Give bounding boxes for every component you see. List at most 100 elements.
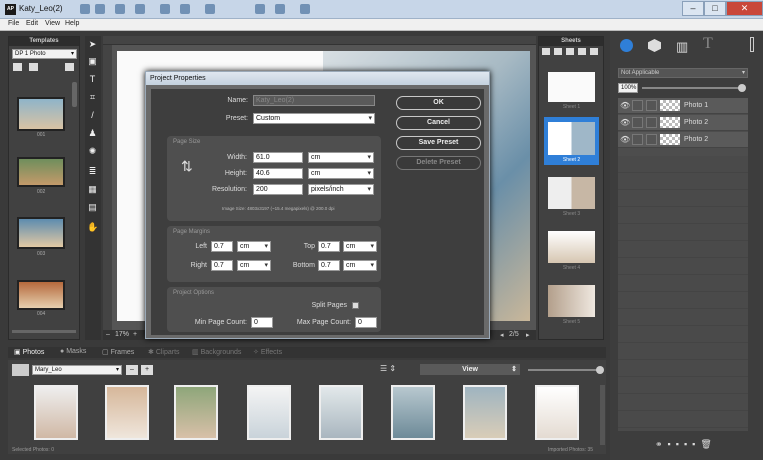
zoom-out-icon[interactable]: – [106, 331, 110, 338]
add-template-icon[interactable] [29, 63, 38, 71]
remove-album-button[interactable]: – [126, 365, 138, 375]
sheet-thumb[interactable] [548, 72, 595, 102]
delete-preset-button[interactable]: Delete Preset [396, 156, 481, 170]
width-unit-select[interactable]: cm [308, 152, 374, 163]
photo-thumb[interactable] [535, 385, 579, 440]
duplicate-layer-icon[interactable]: ▪ [684, 439, 692, 449]
preset-select[interactable]: Custom [253, 113, 375, 124]
name-field[interactable]: Katy_Leo(2) [253, 95, 375, 106]
align-icon[interactable]: ▤ [87, 202, 98, 213]
object-tab-icon[interactable] [648, 39, 661, 52]
folder-icon[interactable] [13, 63, 22, 71]
save-icon[interactable] [115, 4, 125, 14]
panel-collapse-icon[interactable] [750, 37, 754, 52]
frame-icon[interactable]: ▣ [87, 56, 98, 67]
crop-icon[interactable]: ⌗ [87, 92, 98, 103]
download-icon[interactable] [65, 63, 74, 71]
cancel-button[interactable]: Cancel [396, 116, 481, 130]
close-button[interactable]: ✕ [726, 1, 763, 16]
height-field[interactable]: 40.6 [253, 168, 303, 179]
photos-scrollbar[interactable] [600, 385, 605, 445]
template-thumb[interactable] [17, 157, 65, 187]
photo-thumb[interactable] [174, 385, 218, 440]
photo-thumb[interactable] [34, 385, 78, 440]
link-icon[interactable] [646, 100, 657, 111]
templates-size-slider[interactable] [12, 330, 76, 333]
photo-thumb[interactable] [105, 385, 149, 440]
merge-icon[interactable]: ▪ [676, 439, 684, 449]
template-thumb[interactable] [17, 280, 65, 310]
menu-file[interactable]: File [8, 20, 19, 27]
adjust-tab-icon[interactable]: ▥ [676, 39, 688, 55]
width-field[interactable]: 61.0 [253, 152, 303, 163]
stamp-icon[interactable]: ♟ [87, 128, 98, 139]
redo-icon[interactable] [95, 4, 105, 14]
sheet-thumb[interactable] [548, 122, 595, 155]
link-layer-icon[interactable]: ⚭ [655, 439, 668, 449]
lock-icon[interactable] [632, 100, 643, 111]
palette-icon[interactable] [255, 4, 265, 14]
lock-icon[interactable] [632, 117, 643, 128]
hand-icon[interactable]: ✋ [87, 222, 98, 233]
brush-icon[interactable]: / [87, 110, 98, 121]
min-page-count-field[interactable]: 0 [251, 317, 273, 328]
undo-icon[interactable] [80, 4, 90, 14]
template-type-select[interactable]: DP 1 Photo ▾ [12, 49, 77, 59]
swap-orientation-icon[interactable]: ⇅ [181, 158, 193, 175]
height-unit-select[interactable]: cm [308, 168, 374, 179]
template-thumb[interactable] [17, 97, 65, 131]
paste-sheet-icon[interactable] [578, 48, 586, 55]
maximize-button[interactable]: □ [704, 1, 726, 16]
ok-button[interactable]: OK [396, 96, 481, 110]
opacity-slider[interactable] [642, 87, 742, 89]
sort-icon[interactable]: ☰ ⇕ [380, 364, 396, 373]
print-icon[interactable] [135, 4, 145, 14]
lock-icon[interactable] [632, 134, 643, 145]
eye-icon[interactable]: 👁 [620, 101, 630, 110]
photo-thumb[interactable] [463, 385, 507, 440]
layer-row[interactable]: 👁 Photo 2 [618, 115, 748, 131]
copy-sheet-icon[interactable] [566, 48, 574, 55]
tab-cliparts[interactable]: ✱ Cliparts [148, 348, 180, 356]
thumb-size-slider[interactable] [528, 369, 598, 371]
top-margin-field[interactable]: 0.7 [318, 241, 340, 252]
add-album-button[interactable]: + [141, 365, 153, 375]
save-preset-button[interactable]: Save Preset [396, 136, 481, 150]
top-margin-unit[interactable]: cm [343, 241, 377, 252]
tab-effects[interactable]: ✧ Effects [253, 348, 282, 356]
delete-layer-icon[interactable]: 🗑 [700, 439, 716, 449]
menu-help[interactable]: Help [65, 20, 79, 27]
max-page-count-field[interactable]: 0 [355, 317, 377, 328]
grid-icon[interactable]: ▦ [87, 184, 98, 195]
minimize-button[interactable]: – [682, 1, 704, 16]
resolution-field[interactable]: 200 [253, 184, 303, 195]
photo-thumb[interactable] [247, 385, 291, 440]
view-select[interactable]: View ⇕ [420, 364, 520, 375]
eye-icon[interactable]: 👁 [620, 118, 630, 127]
eye-icon[interactable]: 👁 [620, 135, 630, 144]
tab-masks[interactable]: ● Masks [60, 348, 86, 355]
link-icon[interactable] [646, 134, 657, 145]
text-icon[interactable]: T [87, 74, 98, 85]
menu-edit[interactable]: Edit [26, 20, 38, 27]
select-arrow-icon[interactable]: ➤ [87, 39, 98, 50]
sheet-thumb[interactable] [548, 177, 595, 209]
bottom-margin-field[interactable]: 0.7 [318, 260, 340, 271]
open-icon[interactable] [160, 4, 170, 14]
zoom-in-icon[interactable]: + [133, 331, 137, 338]
export-icon[interactable] [180, 4, 190, 14]
prev-page-icon[interactable]: ◂ [500, 331, 504, 339]
effect-icon[interactable]: ✺ [87, 146, 98, 157]
album-select[interactable]: Mary_Leo ▾ [32, 365, 122, 375]
template-thumb[interactable] [17, 217, 65, 249]
menu-view[interactable]: View [45, 20, 60, 27]
link-icon[interactable] [646, 117, 657, 128]
layer-row[interactable]: 👁 Photo 1 [618, 98, 748, 114]
split-pages-checkbox[interactable] [352, 302, 359, 309]
photo-thumb[interactable] [391, 385, 435, 440]
trash-icon[interactable] [590, 48, 598, 55]
user-icon[interactable] [300, 4, 310, 14]
left-margin-field[interactable]: 0.7 [211, 241, 233, 252]
duplicate-sheet-icon[interactable] [554, 48, 562, 55]
layers-icon[interactable]: ≣ [87, 166, 98, 177]
